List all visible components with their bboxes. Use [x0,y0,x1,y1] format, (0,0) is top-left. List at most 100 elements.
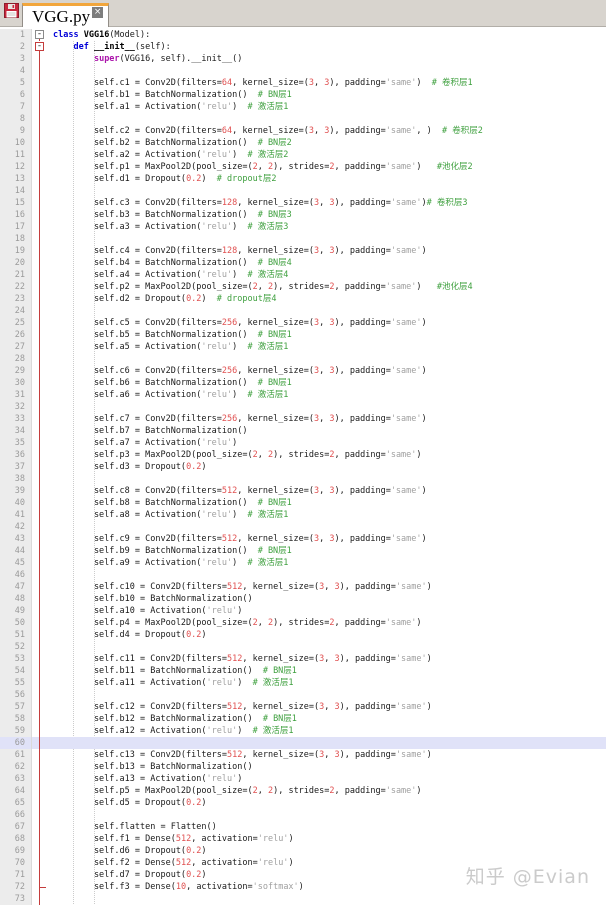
code-line[interactable]: 43 self.c9 = Conv2D(filters=512, kernel_… [0,533,606,545]
code-line[interactable]: 12 self.p1 = MaxPool2D(pool_size=(2, 2),… [0,161,606,173]
code-line[interactable]: 40 self.b8 = BatchNormalization() # BN层1 [0,497,606,509]
code-line[interactable]: 26 self.b5 = BatchNormalization() # BN层1 [0,329,606,341]
code-line[interactable]: 60 [0,737,606,749]
fold-guide-line [32,521,47,533]
code-line[interactable]: 54 self.b11 = BatchNormalization() # BN层… [0,665,606,677]
code-line[interactable]: 11 self.a2 = Activation('relu') # 激活层2 [0,149,606,161]
code-line[interactable]: 5 self.c1 = Conv2D(filters=64, kernel_si… [0,77,606,89]
code-line[interactable]: 8 [0,113,606,125]
code-line[interactable]: 61 self.c13 = Conv2D(filters=512, kernel… [0,749,606,761]
code-text: self.b13 = BatchNormalization() [53,762,253,772]
code-editor[interactable]: 1- class VGG16(Model): 2- def __init__(sel… [0,27,606,905]
code-line[interactable]: 42 [0,521,606,533]
code-line[interactable]: 47 self.c10 = Conv2D(filters=512, kernel… [0,581,606,593]
code-line[interactable]: 44 self.b9 = BatchNormalization() # BN层1 [0,545,606,557]
close-icon[interactable]: × [92,6,104,18]
code-line[interactable]: 57 self.c12 = Conv2D(filters=512, kernel… [0,701,606,713]
fold-guide-line [32,257,47,269]
code-line[interactable]: 55 self.a11 = Activation('relu') # 激活层1 [0,677,606,689]
code-line[interactable]: 31 self.a6 = Activation('relu') # 激活层1 [0,389,606,401]
code-text: self.a11 = Activation('relu') # 激活层1 [53,678,294,688]
code-line[interactable]: 49 self.a10 = Activation('relu') [0,605,606,617]
code-line[interactable]: 62 self.b13 = BatchNormalization() [0,761,606,773]
code-line[interactable]: 46 [0,569,606,581]
code-text: self.p3 = MaxPool2D(pool_size=(2, 2), st… [53,450,422,460]
code-line[interactable]: 34 self.b7 = BatchNormalization() [0,425,606,437]
code-line[interactable]: 18 [0,233,606,245]
code-line[interactable]: 48 self.b10 = BatchNormalization() [0,593,606,605]
code-line[interactable]: 63 self.a13 = Activation('relu') [0,773,606,785]
fold-guide-line [32,389,47,401]
minus-icon[interactable]: - [35,42,44,51]
code-text: self.c7 = Conv2D(filters=256, kernel_siz… [53,414,427,424]
code-line[interactable]: 30 self.b6 = BatchNormalization() # BN层1 [0,377,606,389]
code-line[interactable]: 4 [0,65,606,77]
code-line[interactable]: 28 [0,353,606,365]
code-text: self.a13 = Activation('relu') [53,774,243,784]
line-number: 26 [0,329,32,341]
line-number: 15 [0,197,32,209]
code-line[interactable]: 56 [0,689,606,701]
code-line[interactable]: 65 self.d5 = Dropout(0.2) [0,797,606,809]
code-line[interactable]: 15 self.c3 = Conv2D(filters=128, kernel_… [0,197,606,209]
code-line[interactable]: 29 self.c6 = Conv2D(filters=256, kernel_… [0,365,606,377]
line-number: 69 [0,845,32,857]
code-text: self.a7 = Activation('relu') [53,438,238,448]
code-line[interactable]: 68 self.f1 = Dense(512, activation='relu… [0,833,606,845]
code-line[interactable]: 25 self.c5 = Conv2D(filters=256, kernel_… [0,317,606,329]
code-line[interactable]: 64 self.p5 = MaxPool2D(pool_size=(2, 2),… [0,785,606,797]
code-text: self.c1 = Conv2D(filters=64, kernel_size… [53,78,473,88]
code-line[interactable]: 39 self.c8 = Conv2D(filters=512, kernel_… [0,485,606,497]
code-line[interactable]: 6 self.b1 = BatchNormalization() # BN层1 [0,89,606,101]
code-line[interactable]: 20 self.b4 = BatchNormalization() # BN层4 [0,257,606,269]
code-line[interactable]: 17 self.a3 = Activation('relu') # 激活层3 [0,221,606,233]
line-number: 13 [0,173,32,185]
fold-guide-line [32,185,47,197]
code-line[interactable]: 13 self.d1 = Dropout(0.2) # dropout层2 [0,173,606,185]
minus-icon[interactable]: - [35,30,44,39]
code-text: self.p2 = MaxPool2D(pool_size=(2, 2), st… [53,282,473,292]
code-line[interactable]: 69 self.d6 = Dropout(0.2) [0,845,606,857]
line-number: 22 [0,281,32,293]
code-line[interactable]: 73 [0,893,606,905]
code-line[interactable]: 32 [0,401,606,413]
code-line[interactable]: 41 self.a8 = Activation('relu') # 激活层1 [0,509,606,521]
code-line[interactable]: 51 self.d4 = Dropout(0.2) [0,629,606,641]
code-line[interactable]: 1- class VGG16(Model): [0,29,606,41]
code-text: self.c2 = Conv2D(filters=64, kernel_size… [53,126,483,136]
code-line[interactable]: 45 self.a9 = Activation('relu') # 激活层1 [0,557,606,569]
code-line[interactable]: 58 self.b12 = BatchNormalization() # BN层… [0,713,606,725]
code-line[interactable]: 35 self.a7 = Activation('relu') [0,437,606,449]
code-line[interactable]: 24 [0,305,606,317]
code-line[interactable]: 23 self.d2 = Dropout(0.2) # dropout层4 [0,293,606,305]
code-line[interactable]: 2- def __init__(self): [0,41,606,53]
code-line[interactable]: 16 self.b3 = BatchNormalization() # BN层3 [0,209,606,221]
floppy-save-icon[interactable] [4,3,19,22]
code-line[interactable]: 7 self.a1 = Activation('relu') # 激活层1 [0,101,606,113]
code-line[interactable]: 59 self.a12 = Activation('relu') # 激活层1 [0,725,606,737]
fold-collapse-icon[interactable]: - [32,29,47,41]
line-number: 68 [0,833,32,845]
code-line[interactable]: 53 self.c11 = Conv2D(filters=512, kernel… [0,653,606,665]
code-line[interactable]: 38 [0,473,606,485]
code-line[interactable]: 19 self.c4 = Conv2D(filters=128, kernel_… [0,245,606,257]
code-line[interactable]: 14 [0,185,606,197]
code-line[interactable]: 22 self.p2 = MaxPool2D(pool_size=(2, 2),… [0,281,606,293]
code-line[interactable]: 66 [0,809,606,821]
code-line[interactable]: 9 self.c2 = Conv2D(filters=64, kernel_si… [0,125,606,137]
code-line[interactable]: 33 self.c7 = Conv2D(filters=256, kernel_… [0,413,606,425]
code-line[interactable]: 37 self.d3 = Dropout(0.2) [0,461,606,473]
code-text: self.d5 = Dropout(0.2) [53,798,207,808]
code-line[interactable]: 50 self.p4 = MaxPool2D(pool_size=(2, 2),… [0,617,606,629]
code-line[interactable]: 67 self.flatten = Flatten() [0,821,606,833]
code-line[interactable]: 27 self.a5 = Activation('relu') # 激活层1 [0,341,606,353]
code-line[interactable]: 52 [0,641,606,653]
code-line[interactable]: 36 self.p3 = MaxPool2D(pool_size=(2, 2),… [0,449,606,461]
code-line[interactable]: 10 self.b2 = BatchNormalization() # BN层2 [0,137,606,149]
fold-collapse-icon[interactable]: - [32,41,47,53]
code-line[interactable]: 21 self.a4 = Activation('relu') # 激活层4 [0,269,606,281]
tab-vgg-py[interactable]: VGG.py × [22,3,110,27]
code-line[interactable]: 3 super(VGG16, self).__init__() [0,53,606,65]
